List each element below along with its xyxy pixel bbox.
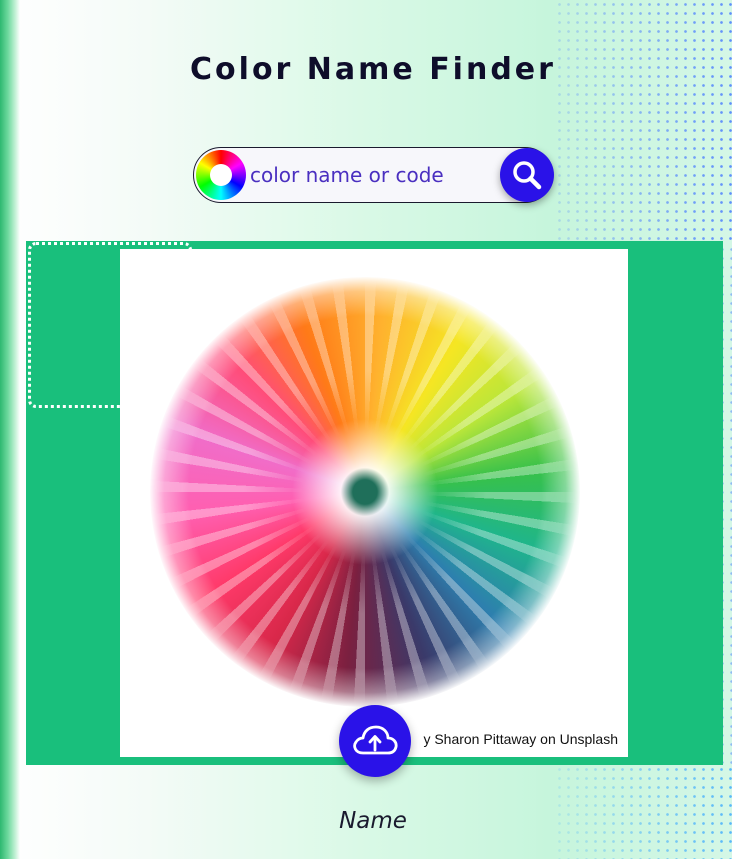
flower-petal-texture bbox=[150, 277, 580, 707]
uploaded-photo[interactable]: y Sharon Pittaway on Unsplash bbox=[120, 249, 628, 757]
page-title: Color Name Finder bbox=[190, 52, 556, 87]
search-button[interactable] bbox=[500, 148, 554, 202]
upload-button[interactable] bbox=[339, 705, 411, 777]
left-accent-bar bbox=[0, 0, 20, 859]
search-bar bbox=[193, 147, 554, 203]
cloud-upload-icon bbox=[353, 725, 398, 755]
color-wheel-icon[interactable] bbox=[196, 150, 246, 200]
search-icon bbox=[513, 161, 542, 190]
photo-credit: y Sharon Pittaway on Unsplash bbox=[423, 731, 618, 747]
dot-pattern-top bbox=[555, 0, 732, 245]
search-input[interactable] bbox=[250, 148, 498, 201]
color-name-label: Name bbox=[339, 808, 407, 834]
